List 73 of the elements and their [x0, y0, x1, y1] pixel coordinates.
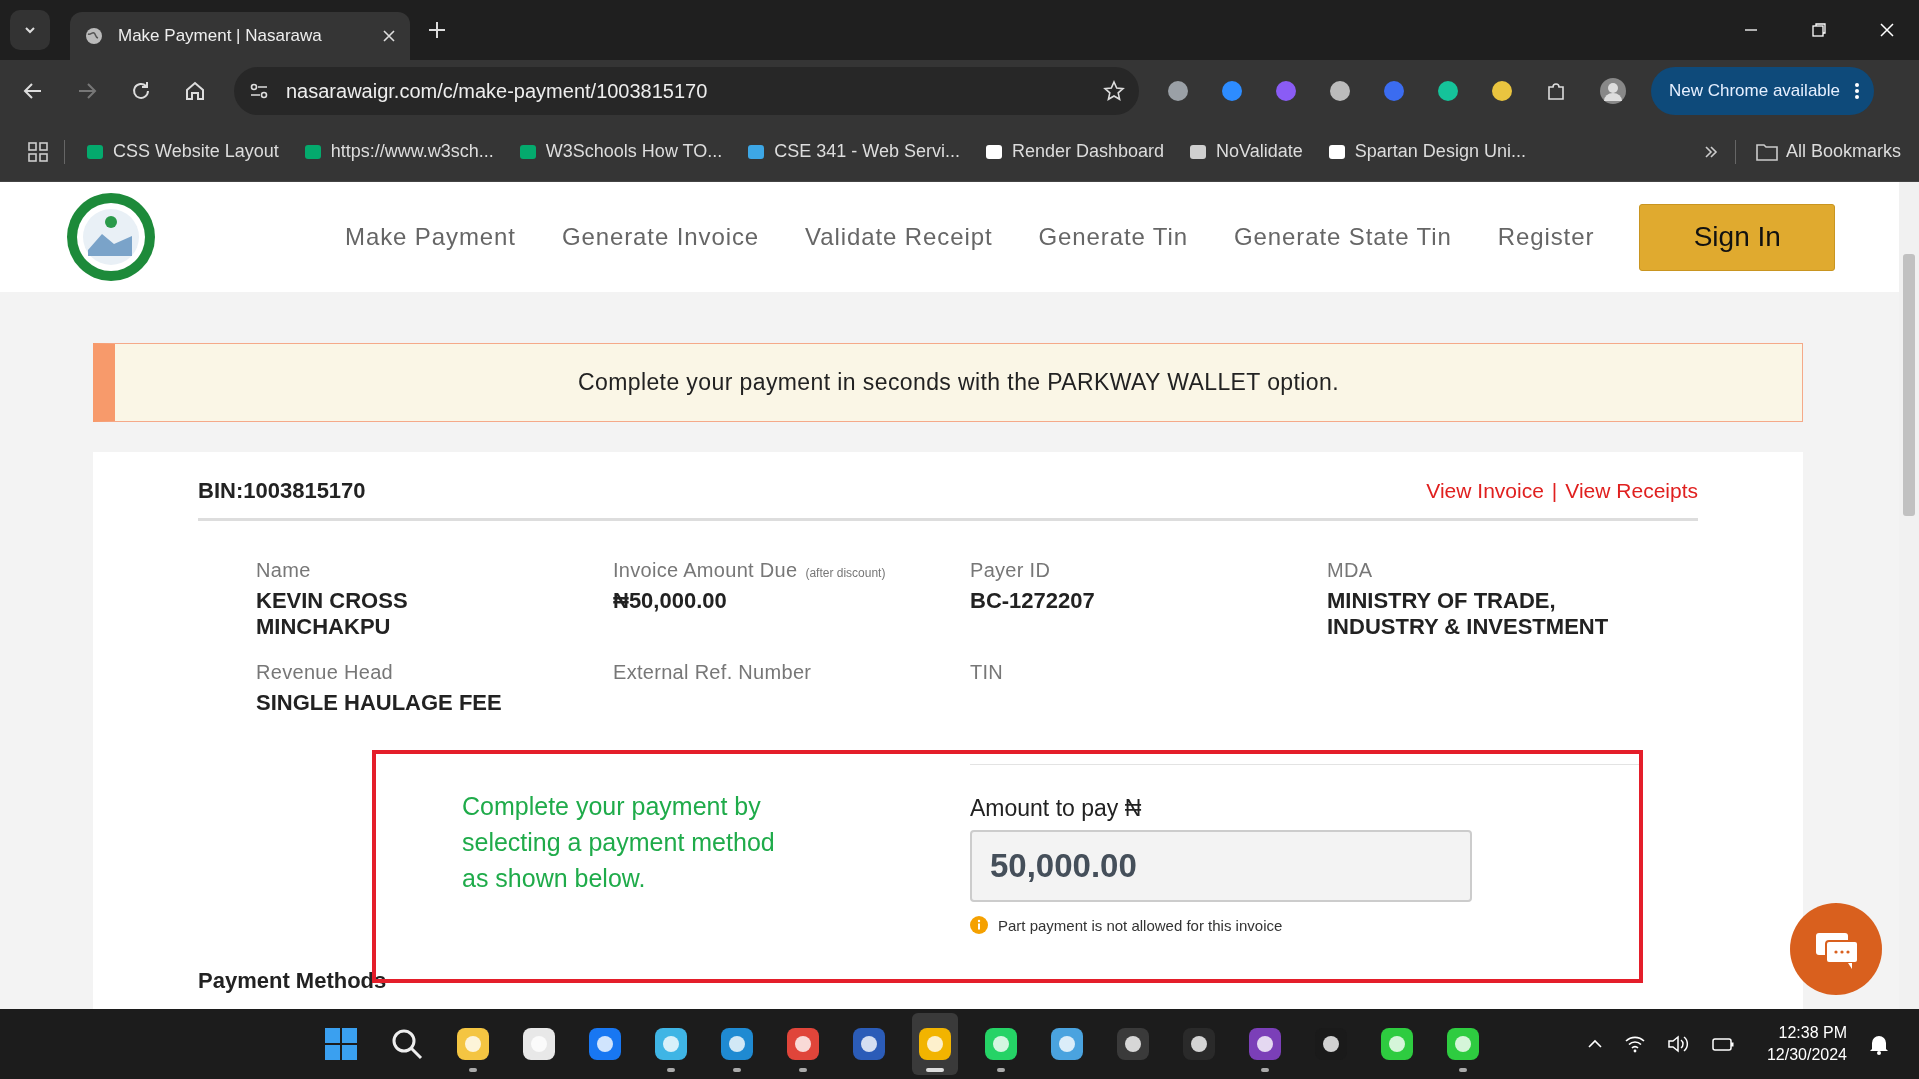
browser-tab[interactable]: Make Payment | Nasarawa	[70, 12, 410, 60]
restore-icon[interactable]	[1811, 22, 1827, 38]
avatar-icon[interactable]	[1599, 77, 1627, 105]
all-bookmarks-item[interactable]: All Bookmarks	[1751, 137, 1905, 166]
search-icon[interactable]	[390, 1027, 424, 1061]
volume-icon[interactable]	[1666, 1035, 1689, 1053]
url-text: nasarawaigr.com/c/make-payment/1003815170	[286, 79, 709, 103]
amount-label: Amount to pay ₦	[970, 795, 1143, 823]
battery-icon[interactable]	[1710, 1035, 1735, 1053]
field-label: Name	[256, 559, 311, 582]
clock[interactable]: 12:38 PM 12/30/2024	[1766, 1022, 1847, 1066]
bookmark-item[interactable]: Render Dashboard	[980, 137, 1169, 166]
nav-link[interactable]: Validate Receipt	[805, 223, 993, 251]
field-value: KEVIN CROSS MINCHAKPU	[256, 588, 409, 641]
bookmark-item[interactable]: W3Schools How TO...	[513, 137, 727, 166]
home-icon[interactable]	[184, 80, 206, 102]
chat-button-icon[interactable]	[1790, 903, 1882, 995]
globe-icon	[84, 26, 104, 46]
field-note: (after discount)	[805, 566, 886, 580]
bin-number: BIN:1003815170	[198, 478, 366, 504]
scroll-thumb[interactable]	[1903, 254, 1915, 516]
banner-text: Complete your payment in seconds with the PARKWAY WALLET option.	[577, 369, 1340, 396]
extension-icon[interactable]	[1221, 80, 1243, 102]
apps-grid-icon[interactable]	[28, 141, 48, 162]
info-icon	[970, 916, 988, 935]
extension-icon[interactable]	[1329, 80, 1351, 102]
update-button[interactable]: New Chrome available	[1651, 67, 1875, 115]
field-label: Revenue Head	[256, 660, 394, 684]
nav-link[interactable]: Register	[1497, 223, 1595, 251]
section-heading: Payment Methods	[198, 968, 388, 995]
more-icon[interactable]	[1854, 82, 1861, 100]
time-text: 12:38 PM	[1778, 1023, 1847, 1043]
payment-note: Part payment is not allowed for this invoice	[998, 916, 1283, 934]
address-bar[interactable]: nasarawaigr.com/c/make-payment/1003815170	[234, 67, 1139, 115]
bookmark-item[interactable]: NoValidate	[1184, 137, 1307, 166]
field-value: MINISTRY OF TRADE, INDUSTRY & INVESTMENT	[1327, 588, 1610, 641]
date-text: 12/30/2024	[1766, 1045, 1847, 1065]
field-label: Payer ID	[970, 559, 1051, 582]
view-invoice-link[interactable]: View Invoice	[1426, 479, 1544, 503]
reload-icon[interactable]	[130, 80, 152, 102]
puzzle-icon[interactable]	[1545, 80, 1567, 102]
field-value: BC-1272207	[970, 588, 1096, 615]
extension-icon[interactable]	[1437, 80, 1459, 102]
bell-icon[interactable]	[1869, 1033, 1889, 1055]
extension-icon[interactable]	[1491, 80, 1513, 102]
new-tab-icon[interactable]	[428, 21, 446, 39]
start-icon[interactable]	[324, 1027, 358, 1061]
nav-link[interactable]: Generate Invoice	[561, 223, 760, 251]
sign-in-button[interactable]: Sign In	[1639, 203, 1836, 271]
close-icon[interactable]	[382, 29, 396, 43]
field-label: MDA	[1327, 559, 1373, 582]
tab-title: Make Payment | Nasarawa	[118, 26, 323, 46]
bookmark-item[interactable]: https://www.w3sch...	[298, 137, 498, 166]
view-receipts-link[interactable]: View Receipts	[1565, 479, 1698, 503]
field-value: ₦50,000.00	[613, 588, 728, 615]
bookmark-item[interactable]: CSE 341 - Web Servi...	[742, 137, 964, 166]
extension-icon[interactable]	[1167, 80, 1189, 102]
link-separator: |	[1551, 479, 1558, 503]
field-label: TIN	[970, 660, 1004, 684]
amount-field[interactable]: 50,000.00	[970, 830, 1472, 903]
instruction-text: Complete your payment by selecting a payment method as shown below.	[462, 791, 776, 895]
bookmark-star-icon[interactable]	[1103, 80, 1125, 102]
seal-logo-icon[interactable]	[66, 192, 156, 282]
wifi-icon[interactable]	[1624, 1035, 1645, 1053]
bookmark-item[interactable]: Spartan Design Uni...	[1322, 137, 1530, 166]
nav-link[interactable]: Generate Tin	[1038, 223, 1189, 251]
nav-link[interactable]: Generate State Tin	[1234, 223, 1452, 251]
field-value: SINGLE HAULAGE FEE	[256, 689, 503, 717]
bookmark-item[interactable]: CSS Website Layout	[81, 137, 283, 166]
field-label: External Ref. Number	[613, 660, 812, 684]
chevron-icon[interactable]	[1702, 143, 1719, 160]
field-label: Invoice Amount Due	[613, 559, 798, 582]
nav-link[interactable]: Make Payment	[345, 223, 516, 251]
